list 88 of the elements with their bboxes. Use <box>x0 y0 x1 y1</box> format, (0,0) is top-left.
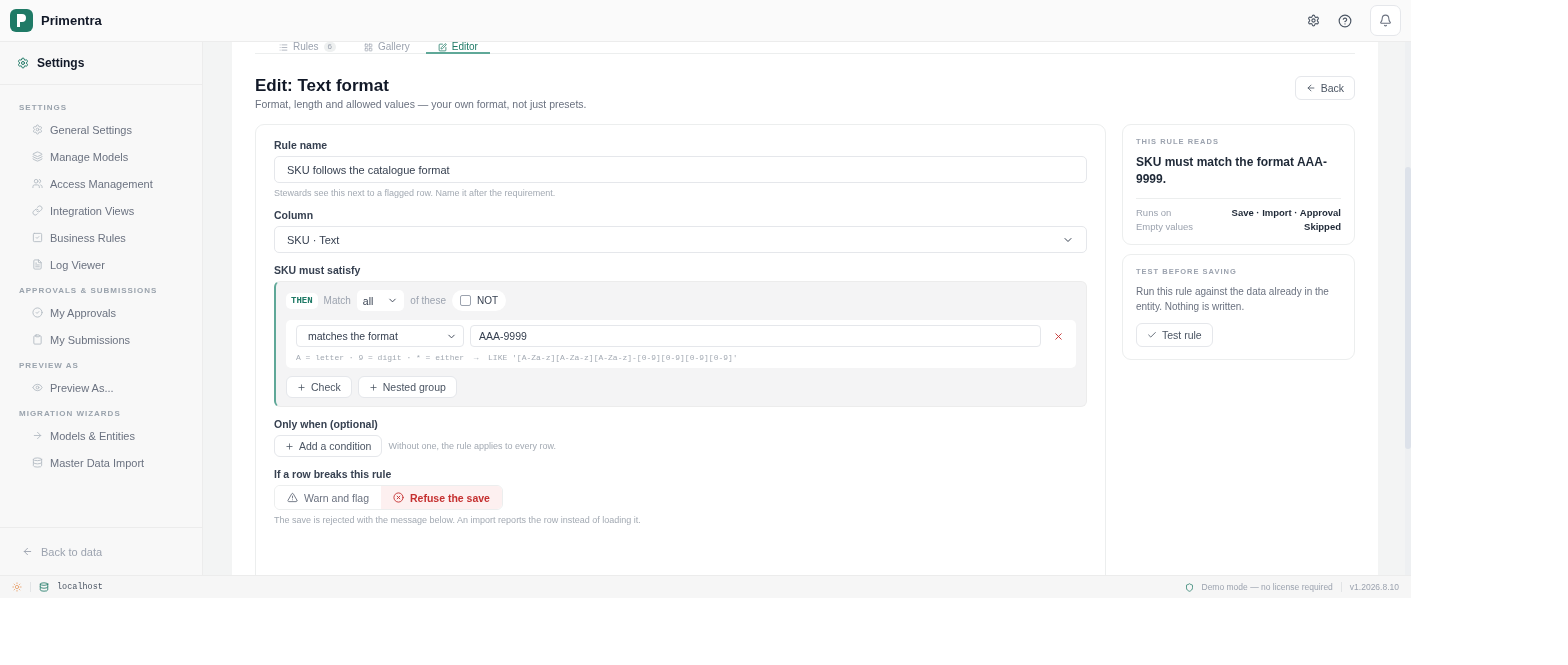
add-condition-button[interactable]: Add a condition <box>274 435 383 457</box>
test-description: Run this rule against the data already in the entity. Nothing is written. <box>1136 284 1330 314</box>
match-select[interactable]: all <box>356 290 405 311</box>
operator-select[interactable]: matches the format <box>296 325 464 347</box>
section-heading: APPROVALS & SUBMISSIONS <box>18 285 159 297</box>
plus-icon <box>297 382 306 392</box>
add-button[interactable]: Nested group <box>357 376 457 398</box>
field-label: If a row breaks this rule <box>274 468 393 480</box>
list-icon <box>279 42 288 52</box>
layers-icon <box>32 151 43 162</box>
test-rule-button[interactable]: Test rule <box>1136 322 1213 347</box>
tab[interactable]: Gallery <box>352 42 422 54</box>
sidebar-title: Settings <box>37 56 85 70</box>
back-to-data-link[interactable]: Back to data <box>22 545 103 558</box>
summary-value: Skipped <box>1304 220 1341 232</box>
field-label: SKU must satisfy <box>274 264 362 276</box>
section-heading: SETTINGS <box>18 102 68 114</box>
field-label: Only when (optional) <box>274 418 379 430</box>
then-tag: THEN <box>286 292 318 309</box>
page-title: Edit: Text format <box>255 76 390 96</box>
sidebar-item[interactable]: Preview As... <box>0 374 202 401</box>
tab[interactable]: Rules 6 <box>267 42 349 54</box>
help-icon[interactable] <box>1338 13 1352 28</box>
sidebar-item[interactable]: Manage Models <box>0 143 202 170</box>
document-icon <box>32 259 43 270</box>
warning-icon <box>287 492 298 503</box>
summary-value: Save · Import · Approval <box>1231 206 1341 218</box>
x-circle-icon <box>393 492 404 503</box>
summary-label: Runs on <box>1136 206 1172 218</box>
bell-icon <box>1379 14 1392 27</box>
action-option[interactable]: Refuse the save <box>381 486 502 509</box>
remove-icon[interactable] <box>1053 330 1064 342</box>
scrollbar-thumb[interactable] <box>1405 167 1411 449</box>
add-button[interactable]: Check <box>286 376 352 398</box>
sidebar-item[interactable]: Business Rules <box>0 224 202 251</box>
users-icon <box>32 178 43 189</box>
check-icon <box>1147 329 1157 340</box>
link-icon <box>32 205 43 216</box>
grid-icon <box>364 42 374 52</box>
arrow-right-icon <box>32 430 43 441</box>
database-icon <box>32 457 43 468</box>
sidebar-item[interactable]: Models & Entities <box>0 422 202 449</box>
arrow-left-icon <box>22 546 33 557</box>
clipboard-icon <box>32 334 43 345</box>
field-label: Rule name <box>274 139 329 151</box>
field-label: Column <box>274 209 315 221</box>
back-button[interactable]: Back <box>1294 76 1355 100</box>
field-hint: Stewards see this next to a flagged row. Name it after the requirement. <box>274 188 557 198</box>
field-hint: The save is rejected with the message below. An import reports the row instead of loading it. <box>274 515 642 525</box>
host-label: localhost <box>57 582 103 592</box>
check-circle-icon <box>32 307 43 318</box>
logo-icon <box>10 9 33 32</box>
sidebar-item[interactable]: Access Management <box>0 170 202 197</box>
sidebar-item[interactable]: My Approvals <box>0 299 202 326</box>
checkbox-icon <box>32 232 43 243</box>
app-name: Primentra <box>41 13 102 28</box>
summary-label: Empty values <box>1136 220 1194 232</box>
gear-icon <box>17 57 29 69</box>
settings-icon[interactable] <box>1307 14 1320 27</box>
plus-icon <box>368 382 378 392</box>
edit-icon <box>437 42 447 52</box>
page-subtitle: Format, length and allowed values — your own format, not just presets. <box>255 98 587 110</box>
column-select[interactable]: SKU · Text <box>274 226 1087 253</box>
plus-icon <box>285 441 294 451</box>
format-input[interactable]: AAA-9999 <box>470 325 1041 347</box>
section-heading: MIGRATION WIZARDS <box>18 408 122 420</box>
format-hint: A = letter · 9 = digit · * = either → LIKE '[A-Za-z][A-Za-z][A-Za-z]-[0-9][0-9][0-9][0-9]' <box>296 353 739 362</box>
version-label: v1.2026.8.10 <box>1349 582 1399 592</box>
gear-icon <box>32 124 43 135</box>
not-checkbox[interactable]: NOT <box>451 290 507 311</box>
notifications-button[interactable] <box>1370 5 1401 36</box>
match-label: Match <box>323 295 351 306</box>
demo-mode-label: Demo mode — no license required <box>1201 582 1333 592</box>
rule-name-input[interactable]: SKU follows the catalogue format <box>274 156 1087 183</box>
rule-summary: SKU must match the format AAA-9999. <box>1136 154 1341 199</box>
eye-icon <box>32 382 43 393</box>
arrow-left-icon <box>1305 83 1316 93</box>
sidebar-item[interactable]: My Submissions <box>0 326 202 353</box>
field-hint: Without one, the rule applies to every row. <box>388 441 556 451</box>
section-heading: PREVIEW AS <box>18 360 80 372</box>
shield-icon <box>1184 582 1194 592</box>
sidebar-item[interactable]: Integration Views <box>0 197 202 224</box>
sidebar-item[interactable]: Master Data Import <box>0 449 202 476</box>
sidebar-item[interactable]: Log Viewer <box>0 251 202 278</box>
database-icon <box>39 582 49 592</box>
of-these-label: of these <box>410 295 446 306</box>
sidebar-item[interactable]: General Settings <box>0 116 202 143</box>
tab[interactable]: Editor <box>425 42 490 54</box>
